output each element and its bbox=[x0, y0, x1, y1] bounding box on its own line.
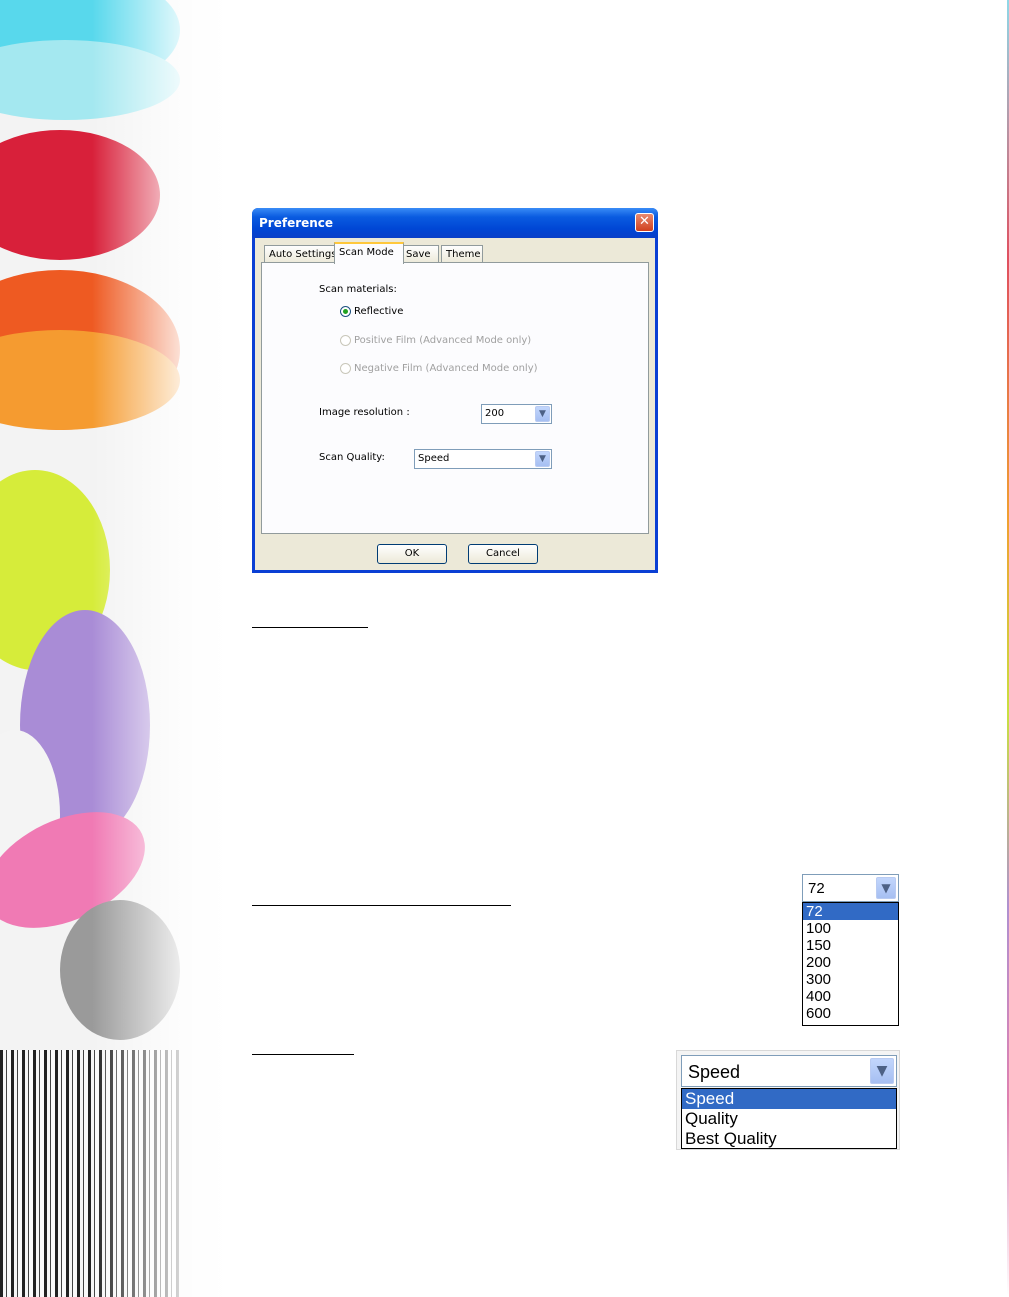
resolution-dropdown-field[interactable]: 72 ▼ bbox=[802, 874, 899, 902]
tab-theme[interactable]: Theme bbox=[441, 245, 483, 263]
resolution-option-72[interactable]: 72 bbox=[803, 903, 898, 920]
preference-dialog: Preference ✕ Auto Settings Scan Mode Sav… bbox=[252, 208, 658, 573]
resolution-option-300[interactable]: 300 bbox=[803, 971, 898, 988]
resolution-dropdown-current: 72 bbox=[808, 880, 825, 897]
ok-button[interactable]: OK bbox=[377, 544, 447, 564]
resolution-option-200[interactable]: 200 bbox=[803, 954, 898, 971]
chevron-down-icon[interactable]: ▼ bbox=[535, 406, 550, 422]
scan-quality-select[interactable]: Speed ▼ bbox=[414, 449, 552, 469]
chevron-down-icon[interactable]: ▼ bbox=[870, 1058, 894, 1084]
section-heading-rule-2 bbox=[252, 904, 511, 906]
scan-mode-panel: Scan materials: Reflective Positive Film… bbox=[261, 262, 649, 534]
radio-negative-film-label: Negative Film (Advanced Mode only) bbox=[354, 363, 538, 374]
scan-quality-value: Speed bbox=[418, 453, 450, 464]
chevron-down-icon[interactable]: ▼ bbox=[535, 451, 550, 467]
close-icon[interactable]: ✕ bbox=[635, 213, 654, 232]
image-resolution-select[interactable]: 200 ▼ bbox=[481, 404, 552, 424]
radio-reflective-label[interactable]: Reflective bbox=[354, 306, 403, 317]
resolution-options-list: 72 100 150 200 300 400 600 bbox=[802, 902, 899, 1026]
radio-positive-film-label: Positive Film (Advanced Mode only) bbox=[354, 335, 532, 346]
decorative-photo-strip bbox=[0, 0, 230, 1297]
radio-selected-dot bbox=[343, 309, 348, 314]
section-heading-rule-3 bbox=[252, 1053, 354, 1055]
chevron-down-icon[interactable]: ▼ bbox=[876, 877, 896, 899]
quality-dropdown-current: Speed bbox=[688, 1062, 741, 1082]
section-heading-rule-1 bbox=[252, 626, 368, 628]
cancel-button[interactable]: Cancel bbox=[468, 544, 538, 564]
radio-negative-film bbox=[340, 363, 351, 374]
quality-dropdown-expanded: Speed ▼ Speed Quality Best Quality bbox=[676, 1050, 900, 1150]
quality-options-list: Speed Quality Best Quality bbox=[681, 1088, 897, 1149]
image-resolution-label: Image resolution : bbox=[319, 407, 410, 418]
resolution-option-600[interactable]: 600 bbox=[803, 1005, 898, 1022]
radio-reflective[interactable] bbox=[340, 306, 351, 317]
resolution-dropdown-expanded: 72 ▼ 72 100 150 200 300 400 600 bbox=[802, 874, 899, 1026]
quality-dropdown-field[interactable]: Speed ▼ bbox=[681, 1055, 897, 1087]
tab-scan-mode[interactable]: Scan Mode bbox=[334, 242, 404, 264]
tab-auto-settings[interactable]: Auto Settings bbox=[264, 245, 336, 263]
quality-option-speed[interactable]: Speed bbox=[682, 1089, 896, 1109]
dialog-title-bar[interactable]: Preference ✕ bbox=[252, 208, 658, 238]
scan-materials-label: Scan materials: bbox=[319, 284, 397, 295]
quality-option-best-quality[interactable]: Best Quality bbox=[682, 1129, 896, 1148]
quality-option-quality[interactable]: Quality bbox=[682, 1109, 896, 1129]
resolution-option-100[interactable]: 100 bbox=[803, 920, 898, 937]
resolution-option-400[interactable]: 400 bbox=[803, 988, 898, 1005]
resolution-option-150[interactable]: 150 bbox=[803, 937, 898, 954]
dialog-client-area: Auto Settings Scan Mode Save Theme Scan … bbox=[255, 238, 655, 570]
tab-save[interactable]: Save bbox=[401, 245, 439, 263]
scan-quality-label: Scan Quality: bbox=[319, 452, 385, 463]
image-resolution-value: 200 bbox=[485, 408, 505, 419]
radio-positive-film bbox=[340, 335, 351, 346]
dialog-title: Preference bbox=[259, 216, 334, 230]
